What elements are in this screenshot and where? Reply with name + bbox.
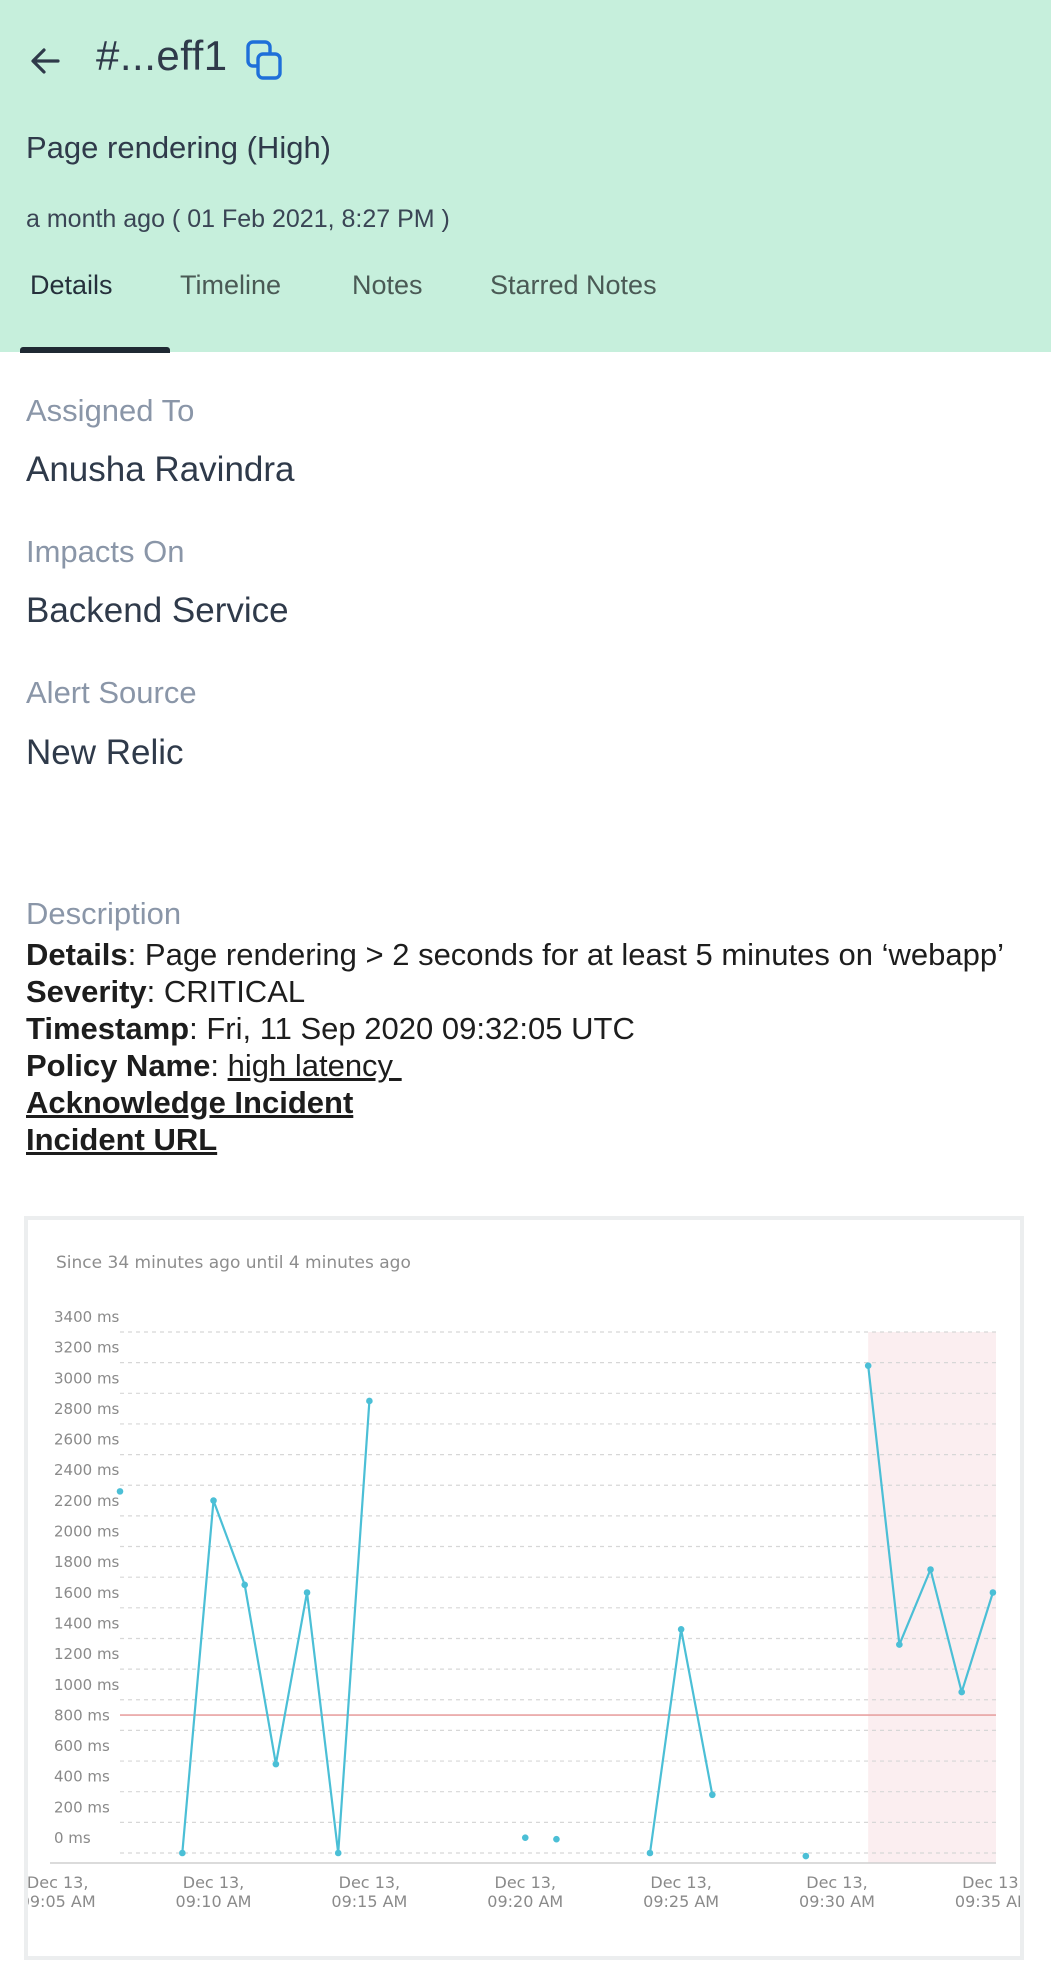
x-tick-label: Dec 13, (650, 1873, 712, 1892)
data-point (334, 1849, 342, 1857)
incident-header: #...eff1 Page rendering (High) a month a… (0, 0, 1051, 353)
y-tick-label: 0 ms (54, 1829, 91, 1847)
desc-policy-sep: : (210, 1048, 228, 1083)
x-tick-label: 09:35 AM (955, 1892, 1020, 1911)
x-tick-label: Dec 13, (183, 1873, 245, 1892)
tab-notes[interactable]: Notes (352, 270, 423, 301)
alert-source-value: New Relic (26, 733, 184, 772)
desc-severity-value: : CRITICAL (146, 974, 306, 1009)
y-tick-label: 1800 ms (54, 1553, 120, 1571)
desc-details-key: Details (26, 937, 128, 972)
description-body: Details: Page rendering > 2 seconds for … (26, 936, 1026, 1158)
x-tick-label: 09:20 AM (487, 1892, 563, 1911)
arrow-left-icon (31, 48, 60, 74)
data-point (303, 1589, 311, 1596)
data-point (521, 1834, 529, 1841)
data-point (802, 1852, 810, 1860)
description-label: Description (26, 896, 182, 931)
latency-chart-svg: Since 34 minutes ago until 4 minutes ago… (28, 1253, 1020, 1911)
y-tick-label: 2400 ms (54, 1461, 120, 1479)
y-tick-label: 2000 ms (54, 1523, 120, 1541)
data-point (179, 1849, 186, 1857)
x-tick-label: Dec 13, (495, 1873, 557, 1892)
data-point (272, 1760, 280, 1768)
x-tick-label: 09:30 AM (799, 1892, 875, 1911)
y-tick-label: 2200 ms (54, 1492, 120, 1510)
policy-name-link[interactable]: high latency (228, 1048, 402, 1083)
y-tick-label: 1400 ms (54, 1614, 120, 1632)
tab-bar: Details Timeline Notes Starred Notes (0, 270, 1051, 352)
back-button[interactable] (22, 38, 68, 84)
x-tick-label: 09:15 AM (331, 1892, 407, 1911)
data-point (927, 1566, 934, 1573)
data-point (553, 1835, 560, 1843)
desc-timestamp-value: : Fri, 11 Sep 2020 09:32:05 UTC (189, 1011, 635, 1046)
data-point (241, 1581, 248, 1589)
data-point (989, 1589, 997, 1596)
y-tick-label: 3400 ms (54, 1308, 120, 1326)
x-tick-label: 09:25 AM (643, 1892, 719, 1911)
tab-timeline[interactable]: Timeline (180, 270, 281, 301)
desc-severity-key: Severity (26, 974, 147, 1009)
y-tick-label: 2600 ms (54, 1431, 120, 1449)
data-point (210, 1497, 217, 1504)
incident-title: Page rendering (High) (26, 130, 332, 165)
assigned-to-label: Assigned To (26, 393, 195, 428)
x-tick-label: 09:05 AM (28, 1892, 96, 1911)
acknowledge-incident-link[interactable]: Acknowledge Incident (26, 1085, 353, 1120)
x-tick-label: Dec 13, (806, 1873, 868, 1892)
x-tick-label: Dec 13, (339, 1873, 401, 1892)
incident-window-band (868, 1332, 996, 1863)
data-point (366, 1397, 373, 1405)
copy-icon (246, 40, 282, 80)
data-point (709, 1791, 716, 1799)
data-point (958, 1688, 966, 1696)
copy-id-button[interactable] (244, 38, 286, 84)
y-tick-label: 800 ms (54, 1706, 110, 1724)
tab-starred-notes[interactable]: Starred Notes (490, 270, 657, 301)
desc-policy-key: Policy Name (26, 1048, 211, 1083)
x-tick-label: 09:10 AM (176, 1892, 252, 1911)
y-tick-label: 600 ms (54, 1737, 110, 1755)
y-tick-label: 3000 ms (54, 1369, 120, 1387)
y-tick-label: 2800 ms (54, 1400, 120, 1418)
desc-timestamp-key: Timestamp (26, 1011, 190, 1046)
y-tick-label: 1200 ms (54, 1645, 120, 1663)
data-point (646, 1849, 654, 1857)
alert-source-label: Alert Source (26, 675, 197, 710)
y-tick-label: 3200 ms (54, 1339, 120, 1357)
desc-timestamp-line: Timestamp: Fri, 11 Sep 2020 09:32:05 UTC (26, 1010, 1026, 1047)
chart-subtitle: Since 34 minutes ago until 4 minutes ago (56, 1253, 411, 1273)
active-tab-indicator (20, 347, 170, 353)
incident-url-link[interactable]: Incident URL (26, 1122, 217, 1157)
data-point (677, 1625, 685, 1633)
x-tick-label: Dec 13, (28, 1873, 88, 1892)
desc-policy-line: Policy Name: high latency (26, 1047, 1026, 1084)
y-tick-label: 400 ms (54, 1768, 110, 1786)
desc-details-line: Details: Page rendering > 2 seconds for … (26, 936, 1026, 973)
impacts-on-label: Impacts On (26, 534, 185, 569)
latency-chart: Since 34 minutes ago until 4 minutes ago… (24, 1216, 1024, 1960)
incident-time: a month ago ( 01 Feb 2021, 8:27 PM ) (26, 205, 450, 233)
impacts-on-value: Backend Service (26, 591, 289, 630)
desc-severity-line: Severity: CRITICAL (26, 973, 1026, 1010)
y-tick-label: 200 ms (54, 1798, 110, 1816)
y-tick-label: 1600 ms (54, 1584, 120, 1602)
y-tick-label: 1000 ms (54, 1676, 120, 1694)
series-line (181, 1400, 371, 1855)
data-point (896, 1641, 903, 1648)
assigned-to-value: Anusha Ravindra (26, 450, 295, 489)
data-point (864, 1362, 872, 1370)
incident-id: #...eff1 (96, 32, 228, 79)
x-tick-label: Dec 13, (962, 1873, 1020, 1892)
data-point (116, 1488, 124, 1495)
series-line (648, 1628, 714, 1854)
desc-details-value: : Page rendering > 2 seconds for at leas… (127, 937, 1004, 972)
tab-details[interactable]: Details (30, 270, 113, 301)
